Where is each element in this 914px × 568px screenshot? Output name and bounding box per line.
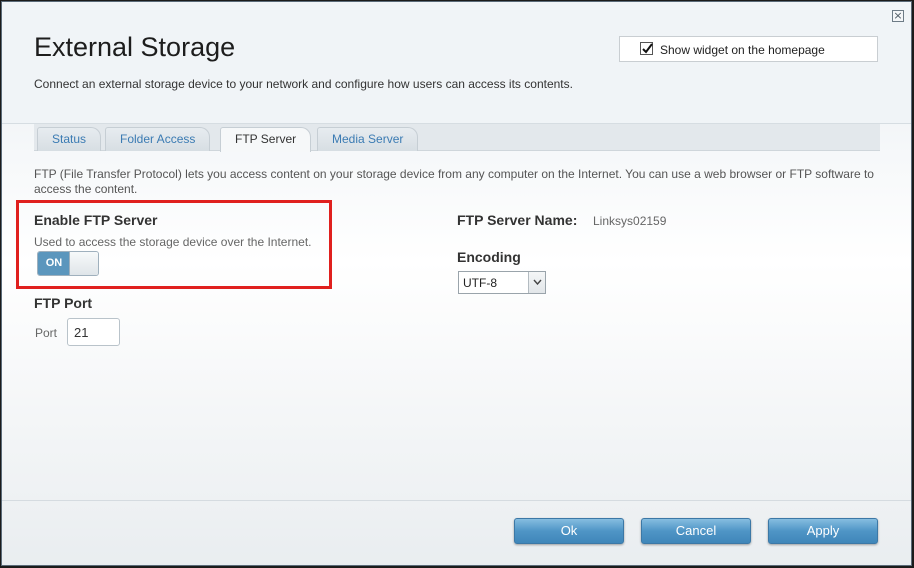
page-subtitle: Connect an external storage device to yo… [34,77,573,91]
page-title: External Storage [34,32,236,62]
tab-media-server[interactable]: Media Server [317,127,419,151]
tab-folder-access[interactable]: Folder Access [105,127,211,151]
enable-ftp-title: Enable FTP Server [34,212,158,228]
chevron-down-icon[interactable] [528,272,545,293]
tab-ftp-server[interactable]: FTP Server [220,127,312,152]
apply-button[interactable]: Apply [768,518,878,544]
ftp-description: FTP (File Transfer Protocol) lets you ac… [34,167,874,196]
show-widget-toggle[interactable]: Show widget on the homepage [619,36,878,62]
enable-ftp-subtitle: Used to access the storage device over t… [34,235,312,249]
footer-divider [2,500,911,501]
encoding-select[interactable]: UTF-8 [458,271,546,294]
port-input[interactable] [67,318,120,346]
toggle-on-label: ON [38,252,70,275]
port-label: Port [35,326,58,340]
show-widget-label: Show widget on the homepage [660,43,825,57]
enable-ftp-toggle[interactable]: ON [37,251,99,276]
tab-bar: Status Folder Access FTP Server Media Se… [34,124,880,152]
external-storage-dialog: × External Storage Connect an external s… [1,1,912,566]
toggle-knob[interactable] [69,252,98,275]
ftp-server-name-label: FTP Server Name: [457,212,578,228]
dialog-header: × External Storage Connect an external s… [2,2,911,124]
ok-button[interactable]: Ok [514,518,624,544]
ftp-port-title: FTP Port [34,295,93,311]
encoding-selected-value: UTF-8 [463,276,497,290]
tab-status[interactable]: Status [37,127,102,151]
ftp-server-name-value: Linksys02159 [593,214,667,228]
encoding-label: Encoding [457,249,521,265]
checkbox-checked-icon[interactable] [640,42,653,55]
close-icon[interactable]: × [892,10,904,22]
cancel-button[interactable]: Cancel [641,518,751,544]
